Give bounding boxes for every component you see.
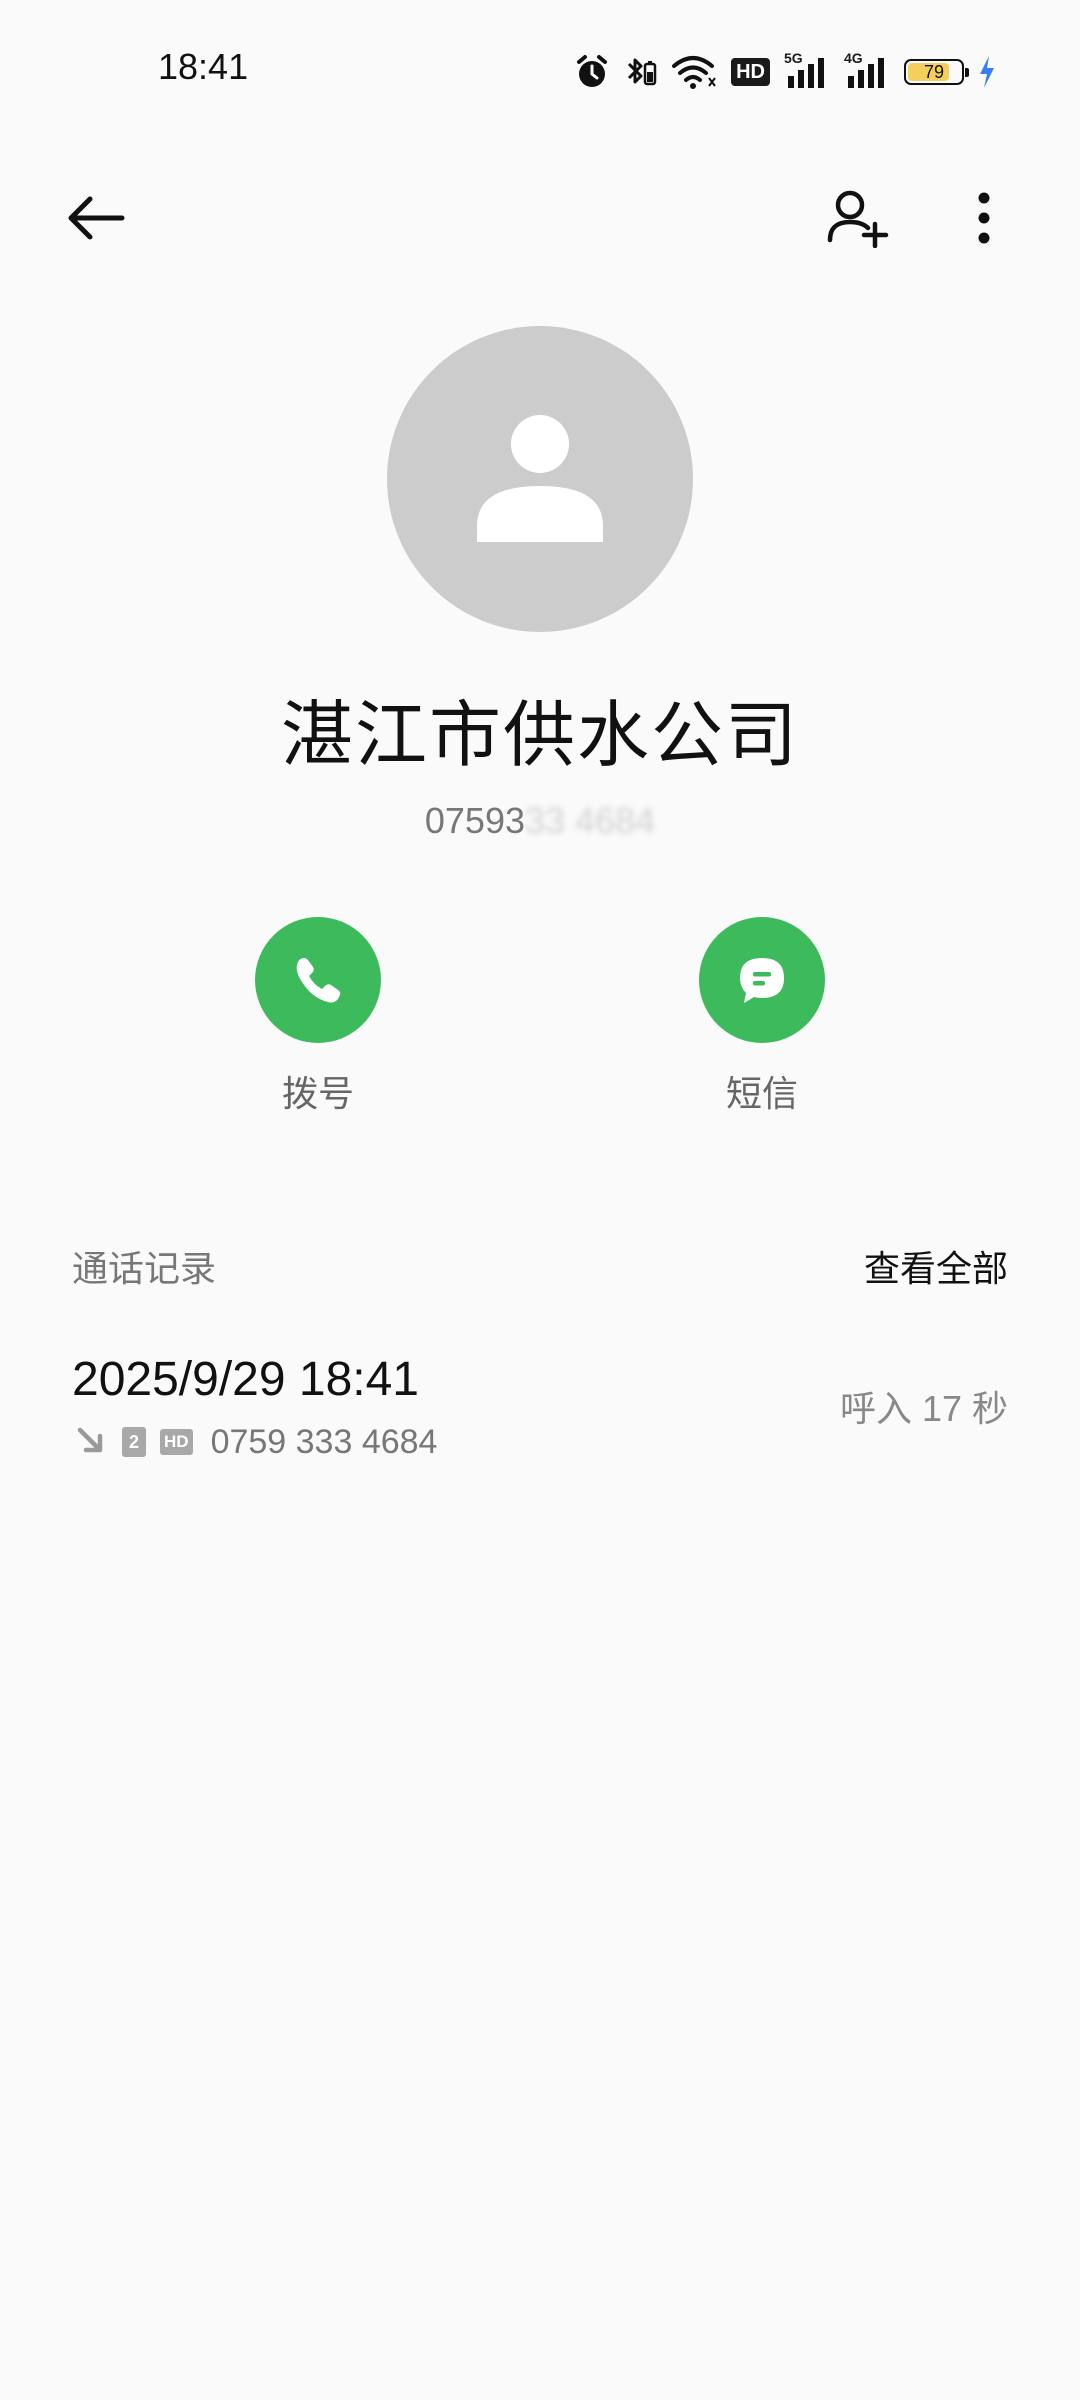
- call-datetime: 2025/9/29 18:41: [72, 1353, 419, 1406]
- call-log-title: 通话记录: [72, 1248, 217, 1289]
- sim-badge: 2: [122, 1427, 146, 1457]
- more-options-button[interactable]: [944, 180, 1024, 260]
- wifi-icon: [671, 54, 717, 90]
- status-bar: 18:41 HD 5G 4G 79: [0, 0, 1080, 140]
- sms-button[interactable]: [699, 917, 825, 1043]
- arrow-left-icon: [64, 193, 128, 248]
- battery-icon: 79: [904, 59, 969, 85]
- more-vertical-icon: [974, 190, 994, 251]
- contact-number-obscured: 33 4684: [524, 800, 656, 841]
- incoming-arrow-icon: [72, 1422, 108, 1463]
- signal-icon: 4G: [844, 50, 890, 90]
- add-contact-button[interactable]: [818, 180, 898, 260]
- contact-number-visible: 07593: [424, 800, 525, 841]
- view-all-link[interactable]: 查看全部: [864, 1240, 1008, 1292]
- call-label: 拨号: [281, 1073, 354, 1114]
- hd-call-badge: HD: [160, 1429, 193, 1455]
- signal-icon: 5G: [784, 50, 830, 90]
- call-number: 0759 333 4684: [210, 1422, 438, 1461]
- call-type-duration: 呼入 17 秒: [839, 1388, 1008, 1429]
- status-time: 18:41: [158, 46, 249, 87]
- call-button[interactable]: [255, 917, 381, 1043]
- message-icon: [740, 958, 784, 1003]
- call-action[interactable]: 拨号: [218, 917, 418, 1117]
- back-button[interactable]: [56, 180, 136, 260]
- contact-number: 0759333 4684: [0, 800, 1080, 842]
- bluetooth-icon: [623, 54, 657, 90]
- battery-level: 79: [923, 62, 945, 82]
- person-add-icon: [826, 188, 890, 253]
- call-meta: 2 HD 0759 333 4684: [72, 1422, 437, 1462]
- person-icon: [477, 415, 603, 542]
- sms-action[interactable]: 短信: [662, 917, 862, 1117]
- status-icons: HD 5G 4G 79: [575, 50, 996, 94]
- alarm-icon: [575, 54, 609, 90]
- phone-icon: [296, 958, 341, 1003]
- charging-icon: [978, 54, 996, 90]
- avatar: [387, 326, 693, 632]
- contact-name: 湛江市供水公司: [280, 696, 799, 776]
- hd-voice-icon: HD: [731, 58, 770, 86]
- call-log-entry[interactable]: 2025/9/29 18:41 2 HD 0759 333 4684 呼入 17…: [0, 1340, 1080, 1470]
- sms-label: 短信: [725, 1073, 798, 1114]
